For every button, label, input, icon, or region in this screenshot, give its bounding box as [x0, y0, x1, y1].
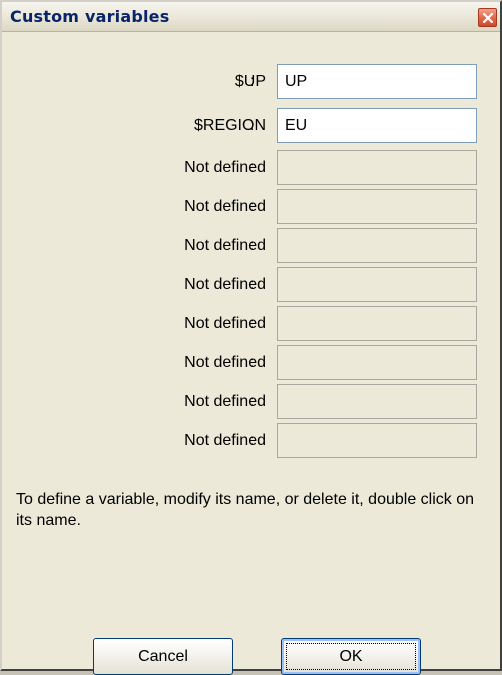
- variable-row: Not defined :: [2, 150, 500, 188]
- variable-row: $REGION :: [2, 108, 500, 146]
- variable-row: Not defined :: [2, 228, 500, 266]
- separator: :: [250, 393, 255, 410]
- variable-value-field: [277, 423, 477, 458]
- variable-row: Not defined :: [2, 306, 500, 344]
- variable-value-field: [277, 306, 477, 341]
- variable-row: Not defined :: [2, 267, 500, 305]
- ok-button[interactable]: OK: [281, 638, 421, 675]
- variable-row: Not defined :: [2, 384, 500, 422]
- variable-row: Not defined :: [2, 423, 500, 461]
- variable-value-field: [277, 345, 477, 380]
- instructions-text: To define a variable, modify its name, o…: [16, 491, 475, 529]
- variable-name[interactable]: $REGION: [194, 117, 266, 135]
- variable-row: Not defined :: [2, 189, 500, 227]
- dialog-title: Custom variables: [10, 7, 170, 26]
- separator: :: [250, 117, 255, 134]
- custom-variables-dialog: Custom variables $UP : $REGION : Not def…: [0, 0, 502, 675]
- variable-value-field: [277, 228, 477, 263]
- variable-value-field: [277, 150, 477, 185]
- variable-row: Not defined :: [2, 345, 500, 383]
- variable-value-field[interactable]: [277, 64, 477, 99]
- variable-value-field[interactable]: [277, 108, 477, 143]
- separator: :: [250, 276, 255, 293]
- separator: :: [250, 315, 255, 332]
- variable-row: $UP :: [2, 64, 500, 102]
- dialog-body: $UP : $REGION : Not defined : Not define…: [2, 32, 500, 675]
- variable-value-field: [277, 189, 477, 224]
- title-bar: Custom variables: [2, 2, 500, 32]
- separator: :: [250, 354, 255, 371]
- variable-value-field: [277, 267, 477, 302]
- variable-value-field: [277, 384, 477, 419]
- close-button[interactable]: [478, 8, 497, 27]
- ok-label: OK: [339, 648, 363, 665]
- separator: :: [250, 198, 255, 215]
- separator: :: [250, 159, 255, 176]
- separator: :: [250, 432, 255, 449]
- cancel-button[interactable]: Cancel: [93, 638, 233, 675]
- separator: :: [250, 237, 255, 254]
- separator: :: [250, 73, 255, 90]
